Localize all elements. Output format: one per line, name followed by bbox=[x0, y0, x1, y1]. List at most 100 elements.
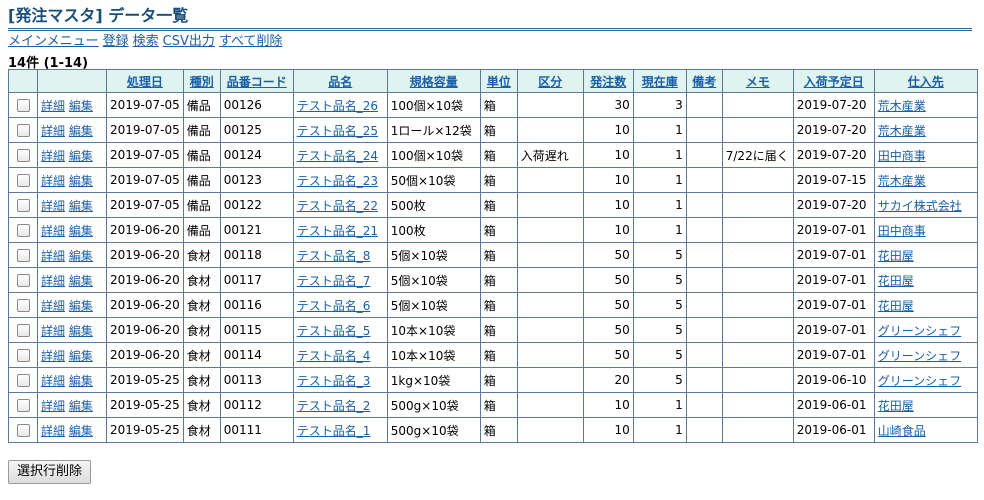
edit-link[interactable]: 編集 bbox=[69, 99, 93, 113]
delete-selected-button[interactable]: 選択行削除 bbox=[8, 460, 92, 484]
supplier-link[interactable]: グリーンシェフ bbox=[878, 349, 961, 363]
supplier-link[interactable]: グリーンシェフ bbox=[878, 374, 961, 388]
cell-category bbox=[516, 317, 584, 343]
supplier-link[interactable]: 花田屋 bbox=[878, 274, 914, 288]
nav-search[interactable]: 検索 bbox=[133, 34, 159, 49]
cell-remarks bbox=[685, 117, 723, 143]
nav-csv-export[interactable]: CSV出力 bbox=[163, 34, 215, 49]
item-name-link[interactable]: テスト品名_7 bbox=[297, 274, 371, 288]
row-checkbox[interactable] bbox=[16, 224, 30, 237]
item-name-link[interactable]: テスト品名_24 bbox=[297, 149, 378, 163]
row-checkbox[interactable] bbox=[16, 199, 30, 212]
col-header-order-qty[interactable]: 発注数 bbox=[582, 69, 634, 93]
col-header-remarks[interactable]: 備考 bbox=[685, 69, 723, 93]
item-name-link[interactable]: テスト品名_5 bbox=[297, 324, 371, 338]
col-header-date[interactable]: 処理日 bbox=[106, 69, 184, 93]
item-name-link[interactable]: テスト品名_1 bbox=[297, 424, 371, 438]
row-actions-cell: 詳細 編集 bbox=[37, 392, 107, 418]
supplier-link[interactable]: 田中商事 bbox=[878, 224, 926, 238]
item-name-link[interactable]: テスト品名_23 bbox=[297, 174, 378, 188]
cell-supplier: 花田屋 bbox=[873, 267, 978, 293]
row-checkbox[interactable] bbox=[16, 274, 30, 287]
detail-link[interactable]: 詳細 bbox=[41, 199, 65, 213]
edit-link[interactable]: 編集 bbox=[69, 399, 93, 413]
nav-delete-all[interactable]: すべて削除 bbox=[219, 34, 283, 49]
detail-link[interactable]: 詳細 bbox=[41, 174, 65, 188]
row-checkbox[interactable] bbox=[16, 99, 30, 112]
supplier-link[interactable]: 田中商事 bbox=[878, 149, 926, 163]
detail-link[interactable]: 詳細 bbox=[41, 324, 65, 338]
col-header-supplier[interactable]: 仕入先 bbox=[873, 69, 978, 93]
col-header-unit[interactable]: 単位 bbox=[479, 69, 518, 93]
cell-arrival: 2019-06-01 bbox=[792, 417, 875, 443]
edit-link[interactable]: 編集 bbox=[69, 274, 93, 288]
row-checkbox[interactable] bbox=[16, 174, 30, 187]
item-name-link[interactable]: テスト品名_6 bbox=[297, 299, 371, 313]
cell-remarks bbox=[685, 142, 723, 168]
item-name-link[interactable]: テスト品名_21 bbox=[297, 224, 378, 238]
cell-type: 備品 bbox=[182, 92, 221, 118]
supplier-link[interactable]: 山崎食品 bbox=[878, 424, 926, 438]
supplier-link[interactable]: 花田屋 bbox=[878, 249, 914, 263]
cell-remarks bbox=[685, 367, 723, 393]
edit-link[interactable]: 編集 bbox=[69, 424, 93, 438]
detail-link[interactable]: 詳細 bbox=[41, 149, 65, 163]
col-header-stock[interactable]: 現在庫 bbox=[632, 69, 687, 93]
detail-link[interactable]: 詳細 bbox=[41, 124, 65, 138]
edit-link[interactable]: 編集 bbox=[69, 174, 93, 188]
row-checkbox[interactable] bbox=[16, 124, 30, 137]
detail-link[interactable]: 詳細 bbox=[41, 249, 65, 263]
table-row: 詳細 編集 2019-06-20 食材 00117 テスト品名_7 5個×10袋箱 50 5 2… bbox=[8, 267, 978, 293]
row-checkbox[interactable] bbox=[16, 349, 30, 362]
nav-main-menu[interactable]: メインメニュー bbox=[8, 34, 99, 49]
col-header-name[interactable]: 品名 bbox=[292, 69, 388, 93]
col-header-code[interactable]: 品番コード bbox=[219, 69, 294, 93]
detail-link[interactable]: 詳細 bbox=[41, 299, 65, 313]
cell-category bbox=[516, 167, 584, 193]
col-header-spec[interactable]: 規格容量 bbox=[386, 69, 481, 93]
detail-link[interactable]: 詳細 bbox=[41, 224, 65, 238]
row-checkbox[interactable] bbox=[16, 299, 30, 312]
edit-link[interactable]: 編集 bbox=[69, 374, 93, 388]
item-name-link[interactable]: テスト品名_2 bbox=[297, 399, 371, 413]
detail-link[interactable]: 詳細 bbox=[41, 374, 65, 388]
detail-link[interactable]: 詳細 bbox=[41, 424, 65, 438]
supplier-link[interactable]: グリーンシェフ bbox=[878, 324, 961, 338]
detail-link[interactable]: 詳細 bbox=[41, 349, 65, 363]
row-checkbox[interactable] bbox=[16, 424, 30, 437]
row-checkbox[interactable] bbox=[16, 249, 30, 262]
detail-link[interactable]: 詳細 bbox=[41, 399, 65, 413]
col-header-memo[interactable]: メモ bbox=[721, 69, 794, 93]
row-checkbox[interactable] bbox=[16, 324, 30, 337]
edit-link[interactable]: 編集 bbox=[69, 224, 93, 238]
edit-link[interactable]: 編集 bbox=[69, 199, 93, 213]
supplier-link[interactable]: 荒木産業 bbox=[878, 99, 926, 113]
supplier-link[interactable]: 花田屋 bbox=[878, 299, 914, 313]
cell-category bbox=[516, 367, 584, 393]
col-header-type[interactable]: 種別 bbox=[182, 69, 221, 93]
item-name-link[interactable]: テスト品名_3 bbox=[297, 374, 371, 388]
item-name-link[interactable]: テスト品名_25 bbox=[297, 124, 378, 138]
edit-link[interactable]: 編集 bbox=[69, 324, 93, 338]
supplier-link[interactable]: 荒木産業 bbox=[878, 124, 926, 138]
edit-link[interactable]: 編集 bbox=[69, 124, 93, 138]
item-name-link[interactable]: テスト品名_8 bbox=[297, 249, 371, 263]
supplier-link[interactable]: サカイ株式会社 bbox=[878, 199, 962, 213]
row-checkbox[interactable] bbox=[16, 374, 30, 387]
row-checkbox[interactable] bbox=[16, 149, 30, 162]
col-header-arrival[interactable]: 入荷予定日 bbox=[792, 69, 875, 93]
edit-link[interactable]: 編集 bbox=[69, 349, 93, 363]
detail-link[interactable]: 詳細 bbox=[41, 99, 65, 113]
edit-link[interactable]: 編集 bbox=[69, 299, 93, 313]
supplier-link[interactable]: 花田屋 bbox=[878, 399, 914, 413]
edit-link[interactable]: 編集 bbox=[69, 149, 93, 163]
supplier-link[interactable]: 荒木産業 bbox=[878, 174, 926, 188]
edit-link[interactable]: 編集 bbox=[69, 249, 93, 263]
detail-link[interactable]: 詳細 bbox=[41, 274, 65, 288]
item-name-link[interactable]: テスト品名_22 bbox=[297, 199, 378, 213]
item-name-link[interactable]: テスト品名_4 bbox=[297, 349, 371, 363]
item-name-link[interactable]: テスト品名_26 bbox=[297, 99, 378, 113]
nav-register[interactable]: 登録 bbox=[103, 34, 129, 49]
row-checkbox[interactable] bbox=[16, 399, 30, 412]
col-header-category[interactable]: 区分 bbox=[516, 69, 584, 93]
